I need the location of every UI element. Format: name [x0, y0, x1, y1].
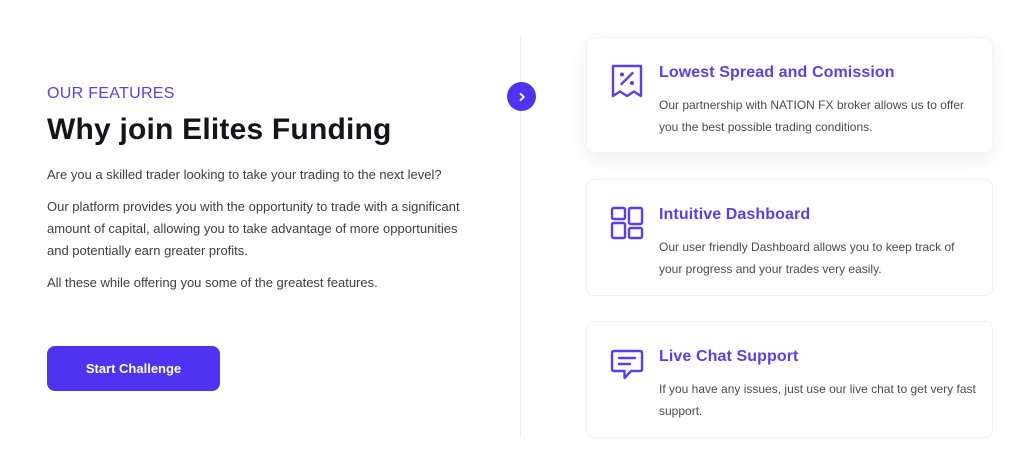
feature-card-dashboard: Intuitive Dashboard Our user friendly Da…: [586, 179, 993, 296]
feature-card-live-chat: Live Chat Support If you have any issues…: [586, 321, 993, 438]
feature-card-spread: Lowest Spread and Comission Our partners…: [586, 37, 993, 153]
section-heading: Why join Elites Funding: [47, 113, 392, 146]
feature-title: Live Chat Support: [659, 348, 799, 365]
feature-description: If you have any issues, just use our liv…: [659, 382, 976, 418]
feature-description: Our user friendly Dashboard allows you t…: [659, 240, 955, 276]
start-challenge-button[interactable]: Start Challenge: [47, 346, 220, 391]
intro-paragraph-3: All these while offering you some of the…: [47, 275, 378, 290]
feature-title: Lowest Spread and Comission: [659, 64, 895, 81]
feature-title: Intuitive Dashboard: [659, 206, 811, 223]
next-slide-button[interactable]: [507, 82, 536, 111]
intro-paragraph-1: Are you a skilled trader looking to take…: [47, 167, 442, 182]
chat-bubble-icon: [610, 349, 644, 380]
intro-paragraph-2: Our platform provides you with the oppor…: [47, 199, 460, 258]
receipt-percent-icon: [611, 64, 643, 98]
feature-description: Our partnership with NATION FX broker al…: [659, 98, 964, 134]
dashboard-grid-icon: [610, 206, 644, 240]
section-eyebrow: OUR FEATURES: [47, 85, 175, 102]
features-intro: OUR FEATURES Why join Elites Funding Are…: [47, 84, 467, 294]
chevron-right-icon: [519, 92, 525, 101]
